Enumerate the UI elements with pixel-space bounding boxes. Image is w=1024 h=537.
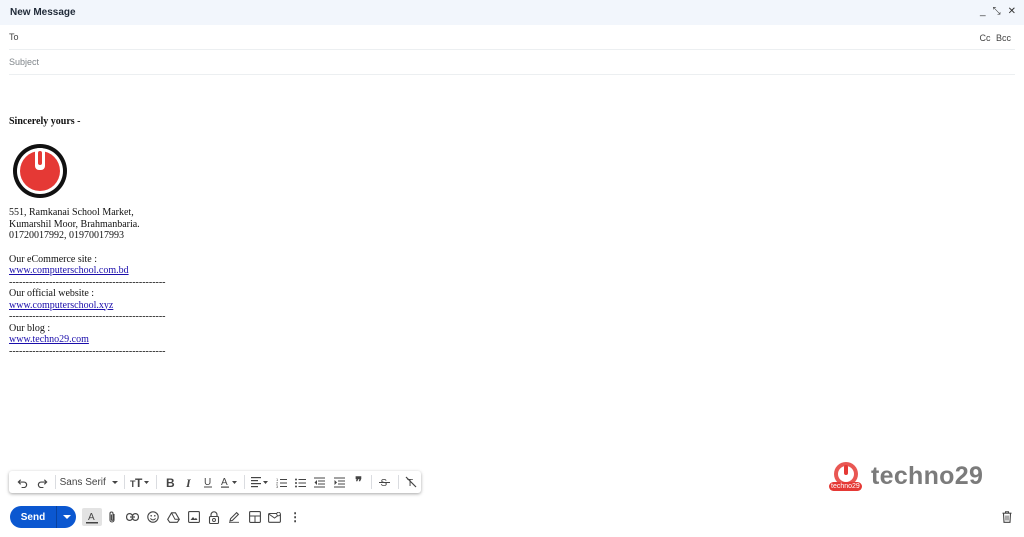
bold-icon[interactable]: B bbox=[160, 472, 179, 492]
compose-title: New Message bbox=[10, 7, 76, 18]
formatting-options-icon[interactable]: A bbox=[82, 508, 103, 526]
layouts-icon[interactable] bbox=[244, 508, 264, 526]
official-link[interactable]: www.computerschool.xyz bbox=[9, 300, 113, 311]
formatting-toolbar: Sans Serif TT B I U A 123 ❞ S T bbox=[9, 471, 421, 493]
send-options-chevron-icon[interactable] bbox=[56, 506, 76, 528]
chevron-down-icon bbox=[111, 481, 118, 484]
blog-label: Our blog : bbox=[9, 322, 51, 334]
address-line-1: 551, Ramkanai School Market, bbox=[9, 207, 134, 218]
signature-pen-icon[interactable] bbox=[224, 508, 244, 526]
more-options-icon[interactable]: ⋮ bbox=[285, 508, 305, 526]
power-logo-icon bbox=[13, 143, 67, 198]
official-label: Our official website : bbox=[9, 288, 95, 299]
divider-3: ----------------------------------------… bbox=[9, 345, 166, 357]
schedule-email-icon[interactable] bbox=[265, 508, 285, 526]
insert-link-icon[interactable] bbox=[123, 508, 143, 526]
message-body[interactable]: Sincerely yours - 551, Ramkanai School M… bbox=[9, 116, 166, 357]
phone-line: 01720017992, 01970017993 bbox=[9, 230, 124, 241]
cc-bcc-links: Cc Bcc bbox=[976, 33, 1011, 43]
svg-text:I: I bbox=[185, 476, 192, 488]
window-controls: _ ⤡ ✕ bbox=[980, 6, 1016, 18]
emoji-icon[interactable] bbox=[143, 508, 163, 526]
compose-title-bar: New Message _ ⤡ ✕ bbox=[0, 0, 1024, 25]
font-family-label: Sans Serif bbox=[59, 476, 106, 488]
popout-icon[interactable]: ⤡ bbox=[993, 6, 1001, 18]
indent-more-icon[interactable] bbox=[330, 472, 349, 492]
indent-less-icon[interactable] bbox=[310, 472, 329, 492]
svg-text:U: U bbox=[204, 477, 211, 488]
svg-text:A: A bbox=[221, 477, 228, 488]
bulleted-list-icon[interactable] bbox=[291, 472, 310, 492]
watermark: techno29 techno29 bbox=[827, 461, 987, 491]
undo-icon[interactable] bbox=[13, 472, 32, 492]
subject-placeholder: Subject bbox=[9, 57, 40, 67]
to-field[interactable]: To Cc Bcc bbox=[9, 25, 1015, 50]
drive-icon[interactable] bbox=[163, 508, 183, 526]
svg-text:3: 3 bbox=[276, 484, 279, 488]
address-line-2: Kumarshil Moor, Brahmanbaria. bbox=[9, 218, 140, 230]
ecommerce-label: Our eCommerce site : bbox=[9, 253, 98, 265]
quote-icon[interactable]: ❞ bbox=[349, 472, 368, 492]
toolbar-divider bbox=[397, 475, 399, 489]
close-icon[interactable]: ✕ bbox=[1008, 6, 1016, 18]
toolbar-divider bbox=[54, 475, 56, 489]
subject-field[interactable]: Subject bbox=[9, 50, 1015, 75]
confidential-mode-icon[interactable] bbox=[204, 508, 224, 526]
remove-formatting-icon[interactable]: T bbox=[402, 472, 421, 492]
text-color-icon[interactable]: A bbox=[218, 472, 241, 492]
toolbar-divider bbox=[371, 475, 373, 489]
divider-2: ----------------------------------------… bbox=[9, 311, 166, 322]
quote-glyph: ❞ bbox=[355, 474, 363, 489]
italic-icon[interactable]: I bbox=[179, 472, 198, 492]
watermark-text: techno29 bbox=[871, 461, 984, 490]
numbered-list-icon[interactable]: 123 bbox=[271, 472, 290, 492]
more-glyph: ⋮ bbox=[289, 510, 302, 524]
redo-icon[interactable] bbox=[32, 472, 51, 492]
toolbar-divider bbox=[155, 475, 157, 489]
underline-icon[interactable]: U bbox=[199, 472, 218, 492]
svg-text:B: B bbox=[166, 476, 175, 488]
attach-file-icon[interactable] bbox=[102, 508, 122, 526]
blog-link[interactable]: www.techno29.com bbox=[9, 334, 89, 345]
strikethrough-icon[interactable]: S bbox=[375, 472, 394, 492]
insert-photo-icon[interactable] bbox=[183, 508, 203, 526]
to-label: To bbox=[9, 32, 19, 42]
toolbar-divider bbox=[123, 475, 125, 489]
send-button-group: Send bbox=[10, 506, 76, 528]
svg-text:A: A bbox=[88, 512, 95, 523]
cc-link[interactable]: Cc bbox=[979, 33, 990, 43]
divider-1: ----------------------------------------… bbox=[9, 276, 166, 288]
ecommerce-link[interactable]: www.computerschool.com.bd bbox=[9, 265, 129, 276]
watermark-logo-icon: techno29 bbox=[827, 461, 865, 491]
svg-text:T: T bbox=[135, 476, 143, 488]
watermark-subtext: techno29 bbox=[829, 482, 862, 491]
signature-closing: Sincerely yours - bbox=[9, 116, 81, 127]
font-size-icon[interactable]: TT bbox=[128, 472, 153, 492]
send-button[interactable]: Send bbox=[10, 512, 56, 523]
align-icon[interactable] bbox=[248, 472, 271, 492]
bottom-toolbar: A ⋮ bbox=[82, 508, 305, 526]
minimize-icon[interactable]: _ bbox=[980, 6, 986, 18]
discard-draft-icon[interactable] bbox=[1002, 510, 1012, 528]
font-family-select[interactable]: Sans Serif bbox=[59, 472, 121, 492]
bcc-link[interactable]: Bcc bbox=[996, 33, 1011, 43]
toolbar-divider bbox=[244, 475, 246, 489]
